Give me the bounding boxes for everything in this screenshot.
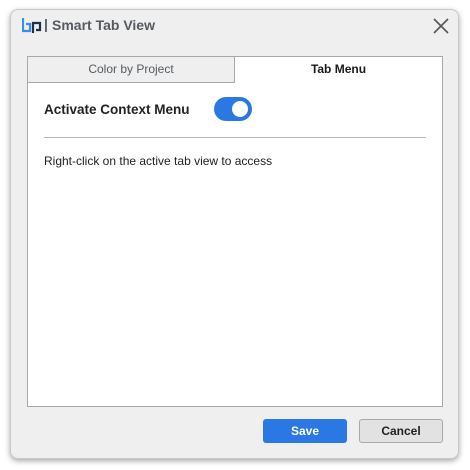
title-separator: | bbox=[44, 16, 48, 32]
smart-tab-view-dialog: | Smart Tab View Color by Project Tab Me… bbox=[10, 9, 459, 459]
tab-color-by-project[interactable]: Color by Project bbox=[28, 57, 235, 83]
context-menu-description: Right-click on the active tab view to ac… bbox=[44, 154, 273, 168]
tab-panel: Color by Project Tab Menu Activate Conte… bbox=[27, 56, 443, 407]
save-button[interactable]: Save bbox=[263, 419, 347, 443]
title-bar: | Smart Tab View bbox=[11, 10, 458, 42]
bp-logo-icon bbox=[22, 18, 42, 33]
context-menu-toggle[interactable] bbox=[214, 97, 252, 121]
close-button[interactable] bbox=[431, 16, 451, 36]
close-icon bbox=[433, 18, 449, 34]
tab-tab-menu[interactable]: Tab Menu bbox=[235, 57, 442, 83]
context-menu-label: Activate Context Menu bbox=[44, 102, 190, 117]
toggle-knob bbox=[232, 101, 248, 117]
cancel-button[interactable]: Cancel bbox=[359, 419, 443, 443]
divider bbox=[44, 137, 426, 138]
window-title: Smart Tab View bbox=[52, 17, 155, 33]
